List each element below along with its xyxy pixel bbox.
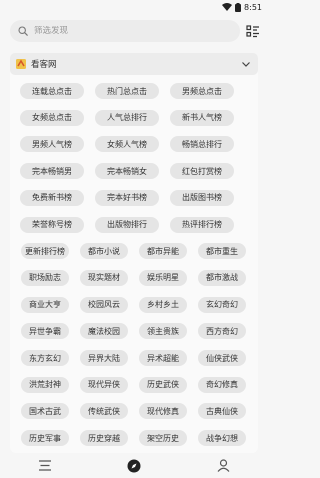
tag-item[interactable]: 传统武侠 bbox=[80, 403, 128, 420]
search-input[interactable] bbox=[34, 26, 224, 36]
wifi-icon bbox=[222, 3, 233, 11]
tag-item[interactable]: 荣誉称号榜 bbox=[20, 216, 84, 233]
tag-item[interactable]: 异世争霸 bbox=[21, 323, 69, 340]
tag-item[interactable]: 都市激战 bbox=[198, 269, 246, 286]
tag-item[interactable]: 异界大陆 bbox=[80, 350, 128, 366]
status-time: 8:51 bbox=[244, 2, 262, 12]
tag-item[interactable]: 人气总排行 bbox=[95, 109, 159, 126]
person-icon bbox=[217, 459, 230, 472]
tag-item[interactable]: 乡村乡土 bbox=[139, 296, 187, 313]
tag-item[interactable]: 现代异侠 bbox=[80, 376, 128, 393]
tag-item[interactable]: 更新排行榜 bbox=[21, 243, 69, 260]
tag-item[interactable]: 女频人气榜 bbox=[95, 136, 159, 153]
panel-title: 看客网 bbox=[31, 60, 57, 70]
tag-item[interactable]: 异术超能 bbox=[139, 350, 187, 366]
tag-item[interactable]: 出版物排行 bbox=[95, 216, 159, 233]
tag-item[interactable]: 畅销总排行 bbox=[170, 136, 234, 153]
tag-item[interactable]: 职场励志 bbox=[21, 269, 69, 286]
tag-item[interactable]: 新书人气榜 bbox=[170, 109, 234, 126]
tag-item[interactable]: 完本畅销女 bbox=[95, 163, 159, 180]
tag-item[interactable]: 女频总点击 bbox=[20, 109, 84, 126]
tag-item[interactable]: 现实题材 bbox=[80, 269, 128, 286]
tag-item[interactable]: 免费新书榜 bbox=[20, 189, 84, 206]
tag-item[interactable]: 完本好书榜 bbox=[95, 189, 159, 206]
tag-item[interactable]: 商业大亨 bbox=[21, 296, 69, 313]
tag-item[interactable]: 男频总点击 bbox=[170, 83, 234, 99]
bookshelf-icon bbox=[38, 460, 51, 471]
search-row bbox=[0, 18, 268, 44]
tag-item[interactable]: 男频人气榜 bbox=[20, 136, 84, 153]
tag-item[interactable]: 都市异能 bbox=[139, 243, 187, 260]
tag-item[interactable]: 历史穿越 bbox=[80, 430, 128, 447]
filter-button[interactable] bbox=[244, 22, 262, 40]
tag-item[interactable]: 热评排行榜 bbox=[170, 216, 234, 233]
site-logo-icon bbox=[16, 59, 26, 69]
filter-icon bbox=[246, 25, 259, 38]
tag-item[interactable]: 历史武侠 bbox=[139, 376, 187, 393]
discover-panel: 看客网 连载总点击 热门总点击 男频总点击女频总点击 人气总排行 新书人气榜男频人气榜女… bbox=[10, 53, 258, 453]
tag-item[interactable]: 洪荒封神 bbox=[21, 376, 69, 393]
search-box[interactable] bbox=[10, 20, 240, 42]
tag-item[interactable]: 玄幻奇幻 bbox=[198, 296, 246, 313]
tag-item[interactable]: 完本畅销男 bbox=[20, 163, 84, 180]
compass-icon bbox=[127, 459, 141, 472]
nav-profile[interactable] bbox=[208, 456, 238, 476]
tag-item[interactable]: 奇幻修真 bbox=[198, 376, 246, 393]
tag-item[interactable]: 领主贵族 bbox=[139, 323, 187, 340]
tag-item[interactable]: 都市重生 bbox=[198, 243, 246, 260]
tag-item[interactable]: 架空历史 bbox=[139, 430, 187, 447]
tag-item[interactable]: 历史军事 bbox=[21, 430, 69, 447]
tag-item[interactable]: 战争幻想 bbox=[198, 430, 246, 447]
bottom-nav bbox=[0, 453, 268, 478]
tag-item[interactable]: 东方玄幻 bbox=[21, 350, 69, 366]
status-bar: 8:51 bbox=[0, 0, 268, 14]
chevron-down-icon[interactable] bbox=[240, 58, 252, 70]
tag-item[interactable]: 现代修真 bbox=[139, 403, 187, 420]
nav-discover[interactable] bbox=[119, 456, 149, 476]
nav-bookshelf[interactable] bbox=[30, 456, 60, 476]
tag-item[interactable]: 热门总点击 bbox=[95, 83, 159, 99]
tag-item[interactable]: 古典仙侠 bbox=[198, 403, 246, 420]
tag-item[interactable]: 西方奇幻 bbox=[198, 323, 246, 340]
tag-item[interactable]: 国术古武 bbox=[21, 403, 69, 420]
tag-item[interactable]: 娱乐明星 bbox=[139, 269, 187, 286]
tag-item[interactable]: 连载总点击 bbox=[20, 83, 84, 99]
tag-item[interactable]: 出版图书榜 bbox=[170, 189, 234, 206]
tag-item[interactable]: 魔法校园 bbox=[80, 323, 128, 340]
tag-item[interactable]: 都市小说 bbox=[80, 243, 128, 260]
tag-item[interactable]: 仙侠武侠 bbox=[198, 350, 246, 366]
tag-item[interactable]: 校园风云 bbox=[80, 296, 128, 313]
tag-item[interactable]: 红包打赏榜 bbox=[170, 163, 234, 180]
panel-header[interactable]: 看客网 bbox=[10, 53, 258, 75]
search-icon bbox=[18, 26, 28, 36]
battery-icon bbox=[235, 2, 242, 12]
